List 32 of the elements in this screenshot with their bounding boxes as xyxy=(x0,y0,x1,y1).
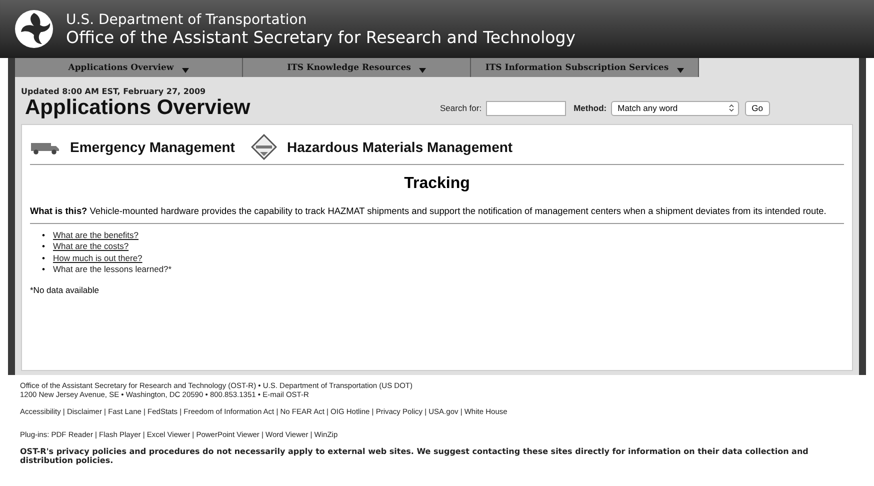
category-title: Emergency Management xyxy=(70,138,235,154)
nav-tab[interactable]: ITS Knowledge Resources xyxy=(243,58,471,77)
caret-icon xyxy=(182,68,189,73)
method-select[interactable]: Match any word xyxy=(610,100,739,116)
bullet: • xyxy=(42,264,45,275)
agency-name: U.S. Department of Transportation xyxy=(66,12,308,28)
question-link[interactable]: What are the costs? xyxy=(52,241,129,253)
question-link[interactable]: What are the benefits? xyxy=(52,230,139,242)
page-title: Applications Overview xyxy=(25,96,252,120)
privacy-notice: OST-R's privacy policies and procedures do not necessarily apply to external web sites. We suggest contacting these sites directly for information on their data collection and distribution policies. xyxy=(20,447,810,465)
category-title: Hazardous Materials Management xyxy=(286,138,513,154)
caret-icon xyxy=(676,68,684,73)
logo-icon xyxy=(14,9,54,49)
go-button[interactable]: Go xyxy=(744,100,770,116)
method-label: Method: xyxy=(574,103,607,113)
description: What is this? Vehicle-mounted hardware provides the capability to track HAZMAT shipments and support the notification of management centers when a shipment deviates from its intended route. xyxy=(30,205,844,224)
section-title: Tracking xyxy=(403,175,471,193)
bullet: • xyxy=(42,230,45,242)
hazard-diamond-icon xyxy=(250,134,277,160)
question-text: What are the lessons learned?* xyxy=(52,264,172,275)
nav-tab[interactable]: ITS Information Subscription Services xyxy=(471,58,699,77)
question-link[interactable]: How much is out there? xyxy=(52,252,142,264)
updated-date: Updated 8:00 AM EST, February 27, 2009 xyxy=(21,87,207,96)
chevron-updown-icon xyxy=(728,104,734,112)
bullet: • xyxy=(42,252,45,264)
caret-icon xyxy=(418,68,426,73)
note-text: *No data available xyxy=(30,284,100,295)
search-label: Search for: xyxy=(440,103,482,113)
search-field[interactable] xyxy=(486,100,566,116)
bullet: • xyxy=(42,241,45,253)
nav-tab[interactable]: Applications Overview xyxy=(15,58,243,77)
office-name: Office of the Assistant Secretary for Research and Technology xyxy=(66,28,576,46)
